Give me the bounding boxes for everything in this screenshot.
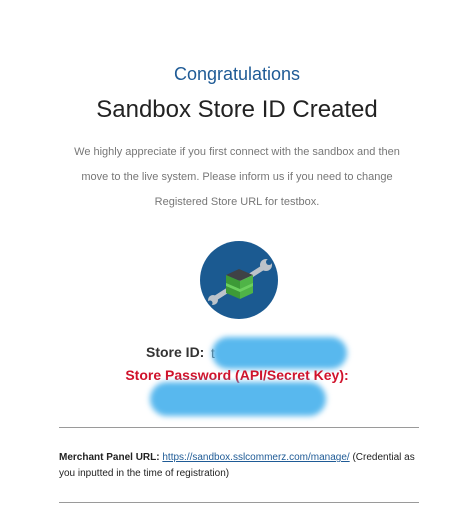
divider-top xyxy=(59,427,419,428)
merchant-panel-info: Merchant Panel URL: https://sandbox.sslc… xyxy=(59,450,419,482)
divider-bottom xyxy=(59,502,419,503)
store-password-label: Store Password (API/Secret Key): xyxy=(125,367,349,383)
store-password-redaction xyxy=(150,382,326,416)
box-wrench-icon xyxy=(200,241,278,319)
store-id-label: Store ID: xyxy=(146,344,205,360)
store-created-page: Congratulations Sandbox Store ID Created… xyxy=(0,0,474,505)
page-title: Sandbox Store ID Created xyxy=(96,96,378,123)
intro-text: We highly appreciate if you first connec… xyxy=(74,146,400,208)
congratulations-title: Congratulations xyxy=(173,64,301,84)
store-id-redaction xyxy=(212,337,347,369)
merchant-panel-link[interactable]: https://sandbox.sslcommerz.com/manage/ xyxy=(162,452,349,463)
merchant-panel-label: Merchant Panel URL: xyxy=(59,452,160,463)
